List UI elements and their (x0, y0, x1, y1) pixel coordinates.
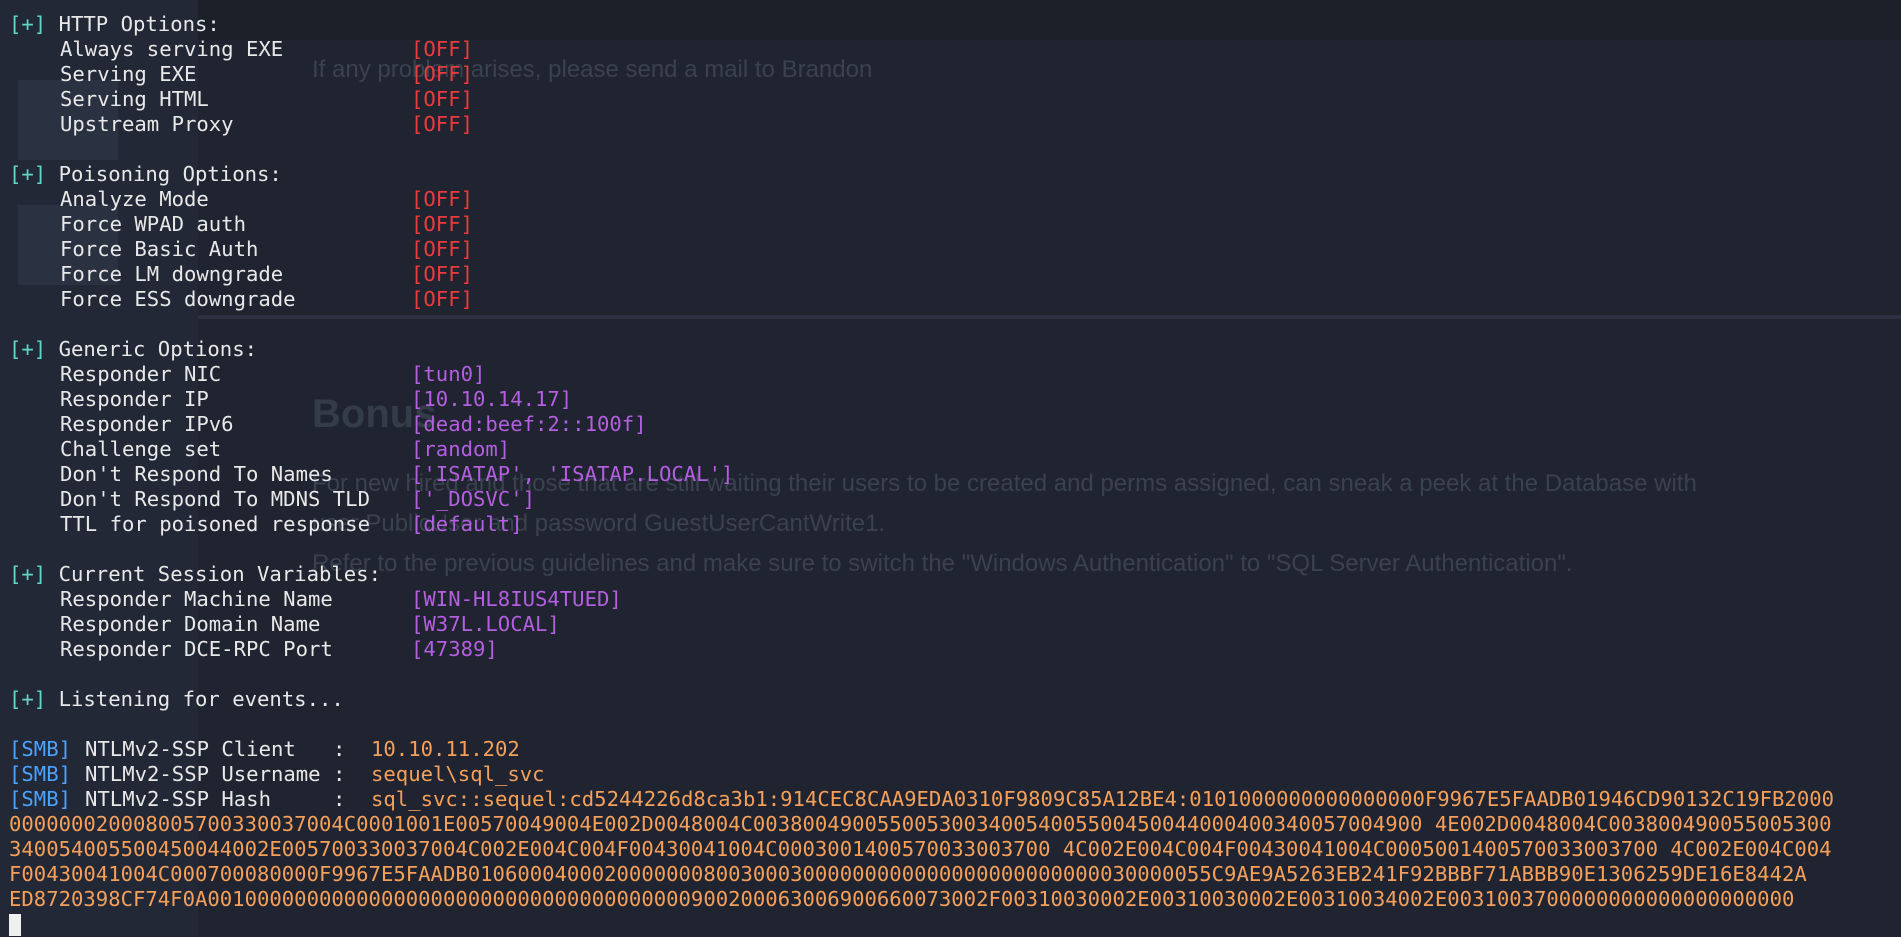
option-label: Force Basic Auth (60, 237, 259, 261)
option-row: Responder IP [10.10.14.17] (9, 387, 1894, 412)
smb-client-value: 10.10.11.202 (371, 737, 520, 761)
smb-username-line: [SMB] NTLMv2-SSP Username : sequel\sql_svc (9, 762, 1894, 787)
option-value: [OFF] (411, 287, 473, 311)
terminal-output[interactable]: [+] HTTP Options: Always serving EXE [OFF… (9, 12, 1894, 937)
option-value: [OFF] (411, 237, 473, 261)
option-row: Analyze Mode [OFF] (9, 187, 1894, 212)
hash-continuation: 000000020008005700330037004C0001001E0057… (9, 812, 1832, 836)
option-row: Serving EXE [OFF] (9, 62, 1894, 87)
option-label: Analyze Mode (60, 187, 209, 211)
option-value: [random] (411, 437, 511, 461)
option-value: ['_DOSVC'] (411, 487, 535, 511)
option-label: Responder Machine Name (60, 587, 333, 611)
option-row: Force WPAD auth [OFF] (9, 212, 1894, 237)
listening-text: Listening for events... (58, 687, 344, 711)
smb-tag: [SMB] (9, 787, 71, 811)
listening-status: [+] Listening for events... (9, 687, 1894, 712)
section-title: Poisoning Options: (58, 162, 282, 186)
smb-username-value: sequel\sql_svc (371, 762, 545, 786)
section-header-session-variables: [+] Current Session Variables: (9, 562, 1894, 587)
status-marker: [+] (9, 687, 47, 711)
prompt-line[interactable] (9, 912, 1894, 937)
option-value: [OFF] (411, 187, 473, 211)
option-label: Responder IPv6 (60, 412, 234, 436)
status-marker: [+] (9, 562, 47, 586)
option-value: [OFF] (411, 37, 473, 61)
option-label: Responder IP (60, 387, 209, 411)
option-label: Responder NIC (60, 362, 222, 386)
section-header-http-options: [+] HTTP Options: (9, 12, 1894, 37)
status-marker: [+] (9, 12, 47, 36)
option-value: [default] (411, 512, 523, 536)
option-label: Challenge set (60, 437, 222, 461)
option-row: Responder Machine Name [WIN-HL8IUS4TUED] (9, 587, 1894, 612)
smb-tag: [SMB] (9, 762, 71, 786)
option-value: [47389] (411, 637, 498, 661)
option-row: Always serving EXE [OFF] (9, 37, 1894, 62)
section-title: Current Session Variables: (58, 562, 381, 586)
option-value: [tun0] (411, 362, 486, 386)
option-value: [OFF] (411, 262, 473, 286)
option-row: Upstream Proxy [OFF] (9, 112, 1894, 137)
option-value: [OFF] (411, 212, 473, 236)
option-value: ['ISATAP', 'ISATAP.LOCAL'] (411, 462, 734, 486)
option-row: Challenge set [random] (9, 437, 1894, 462)
option-label: Always serving EXE (60, 37, 284, 61)
smb-hash-label: NTLMv2-SSP Hash : (85, 787, 346, 811)
option-value: [W37L.LOCAL] (411, 612, 560, 636)
terminal-cursor (9, 914, 21, 936)
smb-hash-value: sql_svc::sequel:cd5244226d8ca3b1:914CEC8… (371, 787, 1835, 811)
hash-continuation: F00430041004C000700080000F9967E5FAADB010… (9, 862, 1807, 886)
smb-client-line: [SMB] NTLMv2-SSP Client : 10.10.11.202 (9, 737, 1894, 762)
option-label: Serving HTML (60, 87, 209, 111)
option-label: Upstream Proxy (60, 112, 234, 136)
option-value: [WIN-HL8IUS4TUED] (411, 587, 622, 611)
option-row: Responder Domain Name [W37L.LOCAL] (9, 612, 1894, 637)
hash-continuation: ED8720398CF74F0A001000000000000000000000… (9, 887, 1795, 911)
option-value: [OFF] (411, 62, 473, 86)
option-value: [dead:beef:2::100f] (411, 412, 647, 436)
option-value: [OFF] (411, 112, 473, 136)
option-row: Don't Respond To Names ['ISATAP', 'ISATAP… (9, 462, 1894, 487)
option-row: Don't Respond To MDNS TLD ['_DOSVC'] (9, 487, 1894, 512)
option-label: Force LM downgrade (60, 262, 284, 286)
option-label: Don't Respond To MDNS TLD (60, 487, 370, 511)
option-value: [10.10.14.17] (411, 387, 573, 411)
option-label: Responder DCE-RPC Port (60, 637, 333, 661)
option-row: Responder NIC [tun0] (9, 362, 1894, 387)
option-row: Responder IPv6 [dead:beef:2::100f] (9, 412, 1894, 437)
option-label: Force ESS downgrade (60, 287, 296, 311)
option-label: TTL for poisoned response (60, 512, 370, 536)
option-row: Force ESS downgrade [OFF] (9, 287, 1894, 312)
hash-continuation: 340054005500450044002E005700330037004C00… (9, 837, 1832, 861)
section-title: Generic Options: (58, 337, 257, 361)
option-row: Force Basic Auth [OFF] (9, 237, 1894, 262)
option-row: TTL for poisoned response [default] (9, 512, 1894, 537)
option-row: Serving HTML [OFF] (9, 87, 1894, 112)
option-label: Force WPAD auth (60, 212, 246, 236)
option-row: Responder DCE-RPC Port [47389] (9, 637, 1894, 662)
smb-hash-line: [SMB] NTLMv2-SSP Hash : sql_svc::sequel:cd… (9, 787, 1894, 812)
smb-tag: [SMB] (9, 737, 71, 761)
smb-username-label: NTLMv2-SSP Username : (85, 762, 346, 786)
smb-client-label: NTLMv2-SSP Client : (85, 737, 346, 761)
status-marker: [+] (9, 337, 47, 361)
option-value: [OFF] (411, 87, 473, 111)
section-header-generic-options: [+] Generic Options: (9, 337, 1894, 362)
status-marker: [+] (9, 162, 47, 186)
option-row: Force LM downgrade [OFF] (9, 262, 1894, 287)
option-label: Serving EXE (60, 62, 197, 86)
option-label: Responder Domain Name (60, 612, 321, 636)
section-header-poisoning-options: [+] Poisoning Options: (9, 162, 1894, 187)
section-title: HTTP Options: (58, 12, 220, 36)
option-label: Don't Respond To Names (60, 462, 333, 486)
